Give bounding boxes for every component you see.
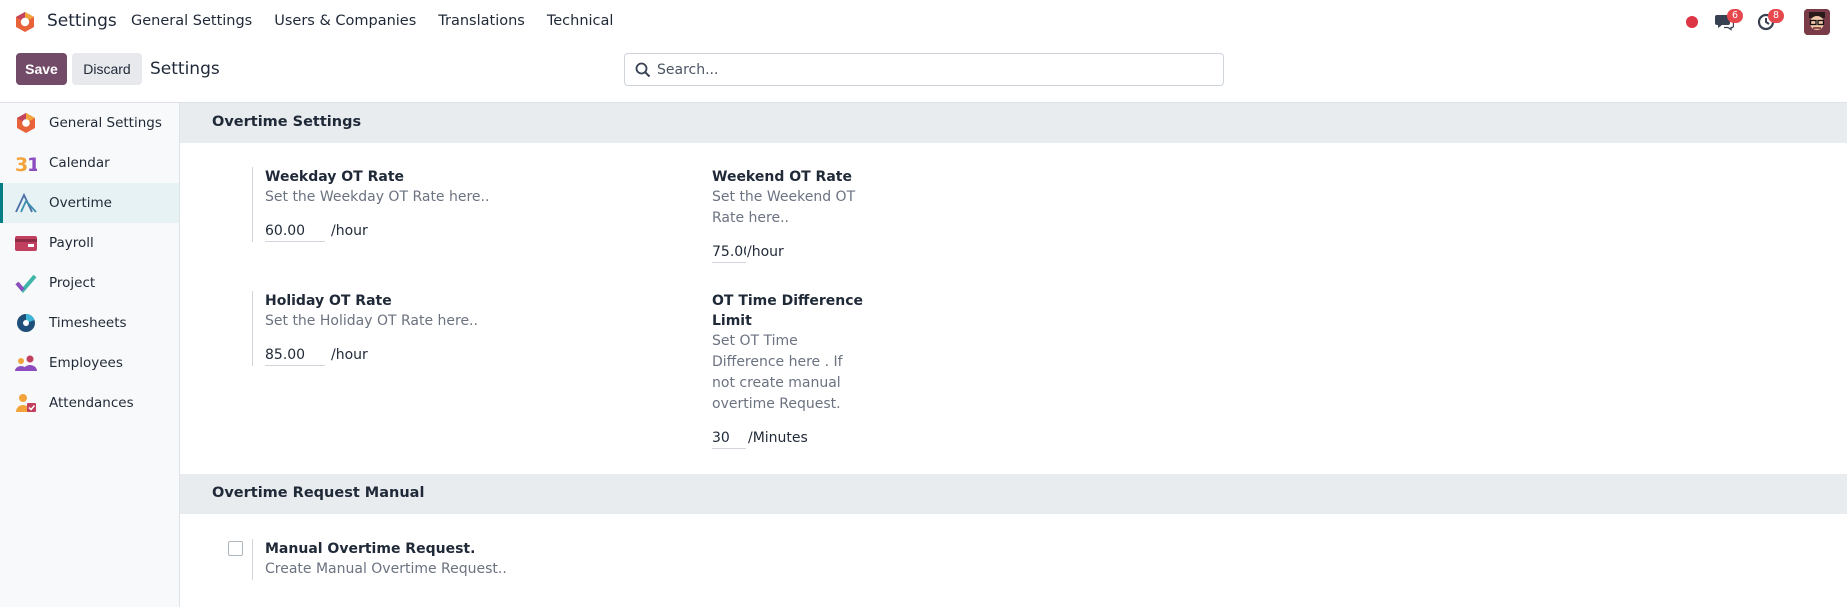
manual-overtime-request-checkbox[interactable] [228, 541, 243, 556]
breadcrumb: Settings [150, 59, 220, 79]
sidebar-item-label: Timesheets [49, 315, 127, 331]
sidebar-item-label: Employees [49, 355, 123, 371]
menu-technical[interactable]: Technical [547, 13, 614, 29]
section-title: Overtime Request Manual [212, 485, 425, 501]
app-name[interactable]: Settings [47, 11, 117, 31]
settings-sidebar: General Settings 3 1 Calendar Overtime P… [0, 102, 180, 607]
main-menu: General Settings Users & Companies Trans… [131, 13, 613, 29]
sidebar-item-label: Overtime [49, 195, 112, 211]
setting-description: Set the Holiday OT Rate here.. [265, 313, 478, 329]
weekend-ot-rate-input[interactable] [712, 241, 746, 263]
sidebar-item-label: General Settings [49, 115, 162, 131]
section-header-overtime-settings: Overtime Settings [180, 103, 1847, 143]
menu-translations[interactable]: Translations [438, 13, 525, 29]
field-row: /hour [265, 220, 582, 242]
setting-description: Set the Weekday OT Rate here.. [265, 189, 490, 205]
sidebar-item-project[interactable]: Project [0, 263, 179, 303]
search-input[interactable] [657, 54, 1217, 85]
overtime-icon [15, 193, 37, 213]
menu-general-settings[interactable]: General Settings [131, 13, 252, 29]
svg-text:1: 1 [27, 154, 37, 173]
discard-button[interactable]: Discard [72, 53, 142, 85]
setting-title: OT Time Difference Limit [712, 293, 864, 329]
control-panel: Save Discard Settings [0, 44, 1847, 102]
setting-description: Create Manual Overtime Request.. [265, 561, 507, 577]
user-avatar[interactable] [1804, 9, 1830, 35]
weekday-ot-rate-input[interactable] [265, 220, 325, 242]
setting-description-line: Set OT Time [712, 333, 798, 349]
section-title: Overtime Settings [212, 114, 362, 130]
setting-description-line: Set the Weekend OT [712, 189, 856, 205]
setting-description-line: overtime Request. [712, 396, 841, 412]
setting-description-line: Rate here.. [712, 210, 789, 226]
settings-main: Overtime Settings Weekday OT Rate Set th… [180, 102, 1847, 607]
sidebar-item-timesheets[interactable]: Timesheets [0, 303, 179, 343]
setting-holiday-ot-rate: Holiday OT Rate Set the Holiday OT Rate … [252, 291, 582, 366]
calendar-icon: 3 1 [15, 154, 37, 173]
activities-badge: 8 [1768, 9, 1784, 23]
unit-label: /hour [747, 244, 784, 260]
sidebar-item-label: Calendar [49, 155, 110, 171]
settings-app-icon[interactable] [14, 11, 36, 33]
sidebar-item-label: Project [49, 275, 96, 291]
odoo-logo-icon [17, 113, 35, 133]
setting-title: Weekend OT Rate [712, 169, 852, 185]
sidebar-item-calendar[interactable]: 3 1 Calendar [0, 143, 179, 183]
setting-title: Weekday OT Rate [265, 169, 405, 185]
setting-description-line: Difference here . If [712, 354, 843, 370]
save-button[interactable]: Save [16, 53, 67, 85]
sidebar-item-label: Payroll [49, 235, 94, 251]
setting-manual-overtime-request: Manual Overtime Request. Create Manual O… [252, 539, 612, 580]
holiday-ot-rate-input[interactable] [265, 344, 325, 366]
unit-label: /Minutes [748, 430, 808, 446]
sidebar-item-attendances[interactable]: Attendances [0, 383, 179, 423]
employees-icon [15, 355, 37, 371]
payroll-icon [15, 236, 37, 251]
attendances-icon [16, 394, 36, 412]
setting-description-line: not create manual [712, 375, 841, 391]
setting-ot-time-difference-limit: OT Time Difference Limit Set OT Time Dif… [700, 291, 900, 449]
field-row: /Minutes [712, 427, 900, 449]
unit-label: /hour [331, 223, 368, 239]
ot-time-difference-input[interactable] [712, 427, 746, 449]
menu-users-companies[interactable]: Users & Companies [274, 13, 416, 29]
field-row: /hour [265, 344, 582, 366]
sidebar-item-general-settings[interactable]: General Settings [0, 103, 179, 143]
top-navbar: Settings General Settings Users & Compan… [0, 0, 1847, 44]
setting-weekday-ot-rate: Weekday OT Rate Set the Weekday OT Rate … [252, 167, 582, 242]
setting-title: Manual Overtime Request. [265, 541, 476, 557]
setting-title: Holiday OT Rate [265, 293, 392, 309]
unit-label: /hour [331, 347, 368, 363]
sidebar-item-employees[interactable]: Employees [0, 343, 179, 383]
sidebar-item-overtime[interactable]: Overtime [0, 183, 179, 223]
search-box [624, 53, 1224, 86]
sidebar-item-payroll[interactable]: Payroll [0, 223, 179, 263]
sidebar-item-label: Attendances [49, 395, 134, 411]
project-icon [15, 274, 37, 293]
setting-weekend-ot-rate: Weekend OT Rate Set the Weekend OT Rate … [700, 167, 880, 263]
field-row: /hour [712, 241, 880, 263]
timesheets-icon [17, 314, 35, 332]
messages-badge: 6 [1727, 9, 1743, 23]
section-header-overtime-request-manual: Overtime Request Manual [180, 474, 1847, 514]
search-icon [635, 62, 651, 78]
status-dot-icon[interactable] [1686, 16, 1698, 28]
